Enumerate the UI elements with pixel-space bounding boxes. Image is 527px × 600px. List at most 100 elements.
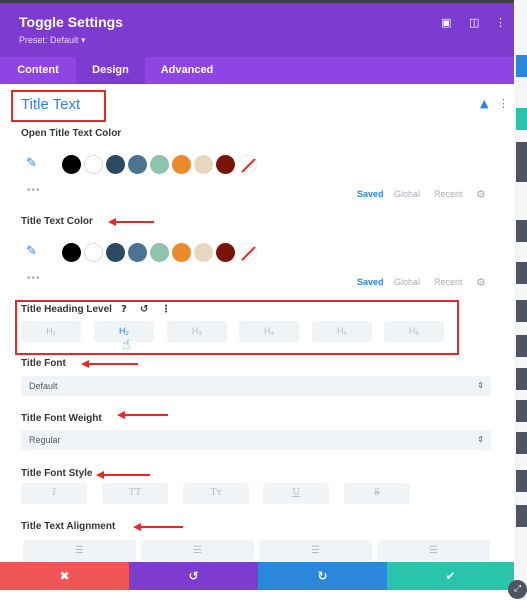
annotation-arrow	[102, 474, 150, 476]
color-swatch-black[interactable]	[62, 243, 81, 262]
color-swatch-white[interactable]	[84, 243, 103, 262]
alignment-label: Title Text Alignment	[21, 521, 116, 532]
align-left-button[interactable]: ☰	[23, 540, 136, 561]
tab-content[interactable]: Content	[0, 57, 76, 84]
heading-h6-button[interactable]: H₆	[384, 321, 444, 342]
redo-button[interactable]: ↻	[258, 562, 387, 590]
background-bar	[516, 432, 527, 454]
heading-h3-button[interactable]: H₃	[167, 321, 227, 342]
section-more-icon[interactable]: ⋮	[498, 97, 509, 110]
align-right-button[interactable]: ☰	[259, 540, 372, 561]
underline-button[interactable]: U	[263, 483, 329, 504]
color-swatch-steel[interactable]	[128, 155, 147, 174]
columns-icon[interactable]: ◫	[469, 16, 479, 29]
color-swatch-navy[interactable]	[106, 243, 125, 262]
global-tab[interactable]: Global	[394, 277, 420, 287]
annotation-arrow	[87, 363, 138, 365]
align-center-button[interactable]: ☰	[141, 540, 254, 561]
font-select[interactable]: Default ⇕	[21, 376, 491, 396]
color-swatch-orange[interactable]	[172, 155, 191, 174]
text-color-label: Title Text Color	[21, 216, 93, 227]
modal-title: Toggle Settings	[19, 14, 123, 30]
eyedropper-icon[interactable]: ✎	[26, 156, 37, 171]
color-swatch-maroon[interactable]	[216, 155, 235, 174]
annotation-arrow	[123, 414, 168, 416]
heading-level-label: Title Heading Level	[21, 304, 112, 315]
font-weight-select[interactable]: Regular ⇕	[21, 430, 491, 450]
italic-button[interactable]: I	[21, 483, 87, 504]
section-title[interactable]: Title Text	[21, 96, 80, 113]
annotation-arrow	[139, 526, 183, 528]
uppercase-button[interactable]: TT	[102, 483, 168, 504]
background-bar	[516, 262, 527, 284]
tab-advanced[interactable]: Advanced	[145, 57, 229, 84]
background-bar	[516, 335, 527, 357]
preset-dropdown[interactable]: Preset: Default ▾	[19, 35, 86, 46]
gear-icon[interactable]: ⚙	[476, 188, 486, 201]
hand-cursor-icon: ☝	[122, 337, 131, 353]
font-select-value: Default	[29, 381, 58, 391]
color-swatch-beige[interactable]	[194, 243, 213, 262]
saved-tab[interactable]: Saved	[357, 277, 384, 287]
resize-handle-icon[interactable]: ⤢	[508, 580, 527, 599]
background-bar	[516, 368, 527, 390]
reset-icon[interactable]: ↺	[140, 304, 148, 315]
font-style-label: Title Font Style	[21, 468, 93, 479]
clear-color-icon	[241, 158, 256, 173]
help-icon[interactable]: ?	[121, 304, 127, 315]
gear-icon[interactable]: ⚙	[476, 276, 486, 289]
color-swatch-white[interactable]	[84, 155, 103, 174]
strikethrough-button[interactable]: S	[344, 483, 410, 504]
heading-h4-button[interactable]: H₄	[239, 321, 299, 342]
color-swatch-navy[interactable]	[106, 155, 125, 174]
color-swatch-mint[interactable]	[150, 243, 169, 262]
expand-icon[interactable]: ▣	[441, 16, 451, 29]
open-color-label: Open Title Text Color	[21, 128, 122, 139]
recent-tab[interactable]: Recent	[434, 277, 463, 287]
background-bar	[516, 400, 527, 422]
global-tab[interactable]: Global	[394, 189, 420, 199]
color-swatch-clear[interactable]	[238, 243, 257, 262]
saved-tab[interactable]: Saved	[357, 189, 384, 199]
background-bar	[516, 300, 527, 322]
color-swatch-orange[interactable]	[172, 243, 191, 262]
more-colors-icon[interactable]: •••	[27, 273, 41, 284]
font-label: Title Font	[21, 358, 66, 369]
font-weight-label: Title Font Weight	[21, 413, 102, 424]
options-icon[interactable]: ⋮	[161, 304, 171, 315]
color-swatch-beige[interactable]	[194, 155, 213, 174]
tab-design[interactable]: Design	[76, 57, 145, 84]
background-bar	[516, 505, 527, 527]
eyedropper-icon[interactable]: ✎	[26, 244, 37, 259]
align-justify-button[interactable]: ☰	[377, 540, 490, 561]
cancel-button[interactable]: ✖	[0, 562, 129, 590]
select-arrow-icon: ⇕	[477, 435, 484, 444]
top-edge	[0, 0, 514, 3]
background-blue-block	[516, 55, 527, 77]
background-green-block	[516, 108, 527, 130]
capitalize-button[interactable]: Tᴛ	[183, 483, 249, 504]
font-weight-select-value: Regular	[29, 435, 61, 445]
tab-bar: Content Design Advanced	[0, 57, 514, 84]
undo-button[interactable]: ↺	[129, 562, 258, 590]
heading-h1-button[interactable]: H₁	[21, 321, 81, 342]
annotation-arrow	[114, 221, 154, 223]
background-bar	[516, 470, 527, 492]
color-swatch-clear[interactable]	[238, 155, 257, 174]
chevron-up-icon[interactable]: ▲	[480, 97, 488, 110]
modal-header: Toggle Settings Preset: Default ▾ ▣ ◫ ⋮	[0, 0, 514, 57]
color-swatch-black[interactable]	[62, 155, 81, 174]
background-bar	[516, 220, 527, 242]
clear-color-icon	[241, 246, 256, 261]
select-arrow-icon: ⇕	[477, 381, 484, 390]
recent-tab[interactable]: Recent	[434, 189, 463, 199]
modal-footer: ✖ ↺ ↻ ✔	[0, 562, 514, 590]
background-bar	[516, 142, 527, 182]
more-icon[interactable]: ⋮	[495, 16, 506, 29]
save-button[interactable]: ✔	[387, 562, 514, 590]
heading-h5-button[interactable]: H₅	[312, 321, 372, 342]
color-swatch-mint[interactable]	[150, 155, 169, 174]
more-colors-icon[interactable]: •••	[27, 185, 41, 196]
color-swatch-steel[interactable]	[128, 243, 147, 262]
color-swatch-maroon[interactable]	[216, 243, 235, 262]
